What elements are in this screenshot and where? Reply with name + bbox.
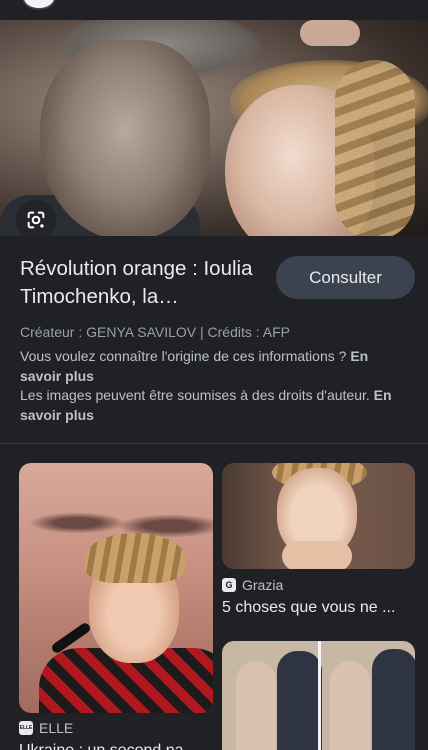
- info-origin-text: Vous voulez connaître l'origine de ces i…: [20, 348, 347, 364]
- result-title[interactable]: Révolution orange : Ioulia Timochenko, l…: [20, 255, 270, 311]
- divider: [0, 443, 428, 444]
- info-rights-text: Les images peuvent être soumises à des d…: [20, 387, 370, 403]
- source-elle[interactable]: ELLE ELLE: [19, 720, 73, 736]
- related-title-grazia[interactable]: 5 choses que vous ne ...: [222, 599, 415, 617]
- info-text: Vous voulez connaître l'origine de ces i…: [20, 347, 412, 425]
- source-label: Grazia: [242, 577, 284, 593]
- hero-image[interactable]: [0, 20, 428, 236]
- elle-logo-icon: ELLE: [19, 721, 33, 735]
- related-title-elle[interactable]: Ukraine : un second na...: [19, 742, 213, 750]
- top-bar: [0, 0, 428, 20]
- related-image-elle[interactable]: [19, 463, 213, 713]
- grazia-logo-icon: G: [222, 578, 236, 592]
- source-grazia[interactable]: G Grazia: [222, 577, 283, 593]
- related-image-third[interactable]: [222, 641, 415, 750]
- account-avatar-icon[interactable]: [22, 0, 56, 10]
- google-lens-icon[interactable]: [16, 200, 56, 236]
- source-label: ELLE: [39, 720, 74, 736]
- image-credits: Créateur : GENYA SAVILOV | Crédits : AFP: [20, 324, 290, 340]
- related-image-grazia[interactable]: [222, 463, 415, 569]
- consult-button[interactable]: Consulter: [276, 256, 415, 299]
